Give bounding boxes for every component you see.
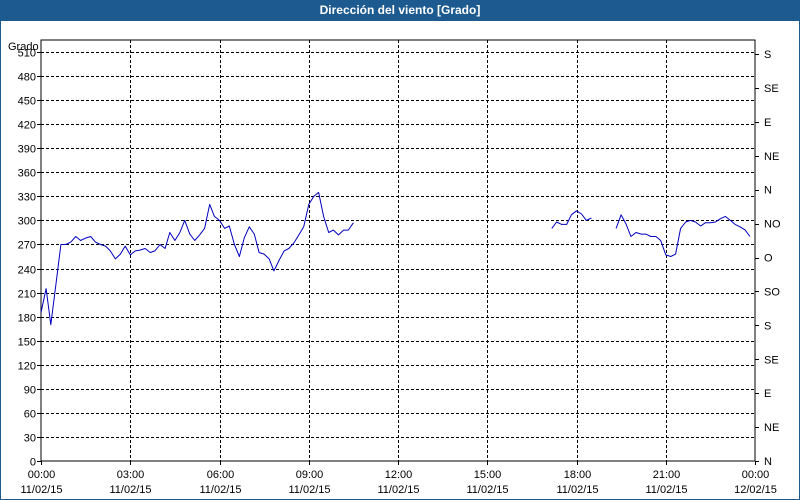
y-tick-label: 450 bbox=[18, 96, 36, 108]
x-tick-time: 15:00 bbox=[474, 469, 502, 481]
x-tick-date: 11/02/15 bbox=[288, 484, 330, 496]
x-tick-date: 11/02/15 bbox=[556, 484, 598, 496]
y-tick-label: 300 bbox=[18, 216, 36, 228]
right-axis-label: S bbox=[764, 49, 771, 61]
y-tick-label: 120 bbox=[18, 361, 36, 373]
y-tick-label: 180 bbox=[18, 313, 36, 325]
right-axis-label: NO bbox=[764, 219, 781, 231]
x-tick-date: 11/02/15 bbox=[109, 484, 151, 496]
y-tick-label: 0 bbox=[30, 457, 36, 469]
y-tick-label: 90 bbox=[24, 385, 36, 397]
series-line-segment-3 bbox=[615, 214, 751, 257]
y-tick-label: 240 bbox=[18, 265, 36, 277]
series-line-segment-2 bbox=[551, 210, 592, 229]
x-tick-time: 12:00 bbox=[385, 469, 413, 481]
right-axis-label: NE bbox=[764, 422, 779, 434]
y-tick-label: 150 bbox=[18, 337, 36, 349]
series-line-segment-1 bbox=[40, 191, 354, 326]
right-axis-label: SE bbox=[764, 83, 779, 95]
right-axis-label: N bbox=[764, 185, 772, 197]
x-tick-time: 00:00 bbox=[742, 469, 770, 481]
y-tick-label: 30 bbox=[24, 433, 36, 445]
x-tick-date: 11/02/15 bbox=[20, 484, 62, 496]
x-tick-date: 11/02/15 bbox=[645, 484, 687, 496]
y-tick-label: 210 bbox=[18, 289, 36, 301]
x-tick-date: 11/02/15 bbox=[466, 484, 508, 496]
y-tick-label: 390 bbox=[18, 144, 36, 156]
x-tick-date: 11/02/15 bbox=[377, 484, 419, 496]
right-axis-label: O bbox=[764, 253, 773, 265]
right-axis-label: S bbox=[764, 320, 771, 332]
y-tick-label: 420 bbox=[18, 120, 36, 132]
x-tick-time: 21:00 bbox=[653, 469, 681, 481]
x-tick-time: 18:00 bbox=[564, 469, 592, 481]
x-tick-time: 06:00 bbox=[207, 469, 235, 481]
right-axis-label: SE bbox=[764, 354, 779, 366]
right-axis-label: NE bbox=[764, 151, 779, 163]
y-axis-label: Grado bbox=[8, 41, 39, 53]
y-tick-label: 270 bbox=[18, 240, 36, 252]
x-tick-date: 12/02/15 bbox=[734, 484, 777, 496]
right-axis-label: E bbox=[764, 117, 771, 129]
x-tick-time: 09:00 bbox=[296, 469, 324, 481]
right-axis-label: SO bbox=[764, 286, 780, 298]
x-tick-time: 00:00 bbox=[28, 469, 56, 481]
right-axis-label: E bbox=[764, 388, 771, 400]
y-tick-label: 480 bbox=[18, 72, 36, 84]
y-tick-label: 60 bbox=[24, 409, 36, 421]
right-axis-label: N bbox=[764, 456, 772, 468]
x-tick-time: 03:00 bbox=[117, 469, 145, 481]
y-tick-label: 330 bbox=[18, 192, 36, 204]
wind-direction-chart: 0 30 60 90 120 150 180 210 240 270 300 330 360 390 420… bbox=[8, 39, 781, 496]
x-tick-date: 11/02/15 bbox=[199, 484, 241, 496]
y-tick-label: 360 bbox=[18, 168, 36, 180]
